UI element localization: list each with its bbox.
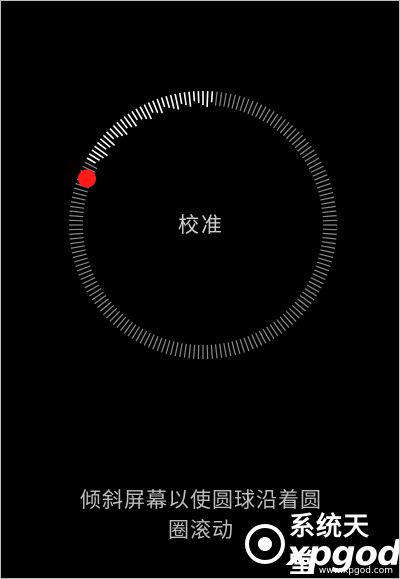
ring-tick: [235, 340, 241, 354]
ring-tick: [251, 102, 259, 116]
ring-tick: [318, 187, 332, 193]
ring-tick-calibrated: [206, 91, 209, 108]
ring-tick: [247, 336, 254, 350]
ring-tick: [210, 344, 213, 359]
ring-tick-calibrated: [160, 97, 166, 108]
ring-tick: [70, 205, 85, 209]
ring-tick-calibrated: [116, 121, 128, 136]
ring-tick: [70, 241, 85, 245]
ring-tick: [165, 340, 171, 354]
ring-tick: [318, 257, 332, 263]
ring-tick: [76, 265, 91, 272]
ring-tick: [321, 241, 336, 245]
ring-tick-calibrated: [106, 131, 115, 140]
ring-tick-calibrated: [183, 92, 187, 106]
ring-tick: [156, 337, 163, 352]
ring-tick-calibrated: [152, 100, 159, 114]
ring-tick: [239, 97, 245, 112]
ring-tick: [174, 342, 179, 357]
ring-tick: [219, 343, 223, 358]
ring-tick-calibrated: [188, 91, 192, 107]
ring-tick: [223, 92, 227, 107]
ring-tick: [251, 334, 259, 348]
ring-tick: [70, 245, 85, 249]
ring-tick: [247, 100, 254, 114]
ring-tick: [183, 343, 187, 358]
calibration-title: 校准: [178, 213, 224, 237]
ring-tick: [231, 341, 236, 356]
ring-tick-calibrated: [94, 145, 109, 157]
ring-tick: [170, 341, 175, 356]
calibration-ball[interactable]: [78, 169, 97, 188]
ring-tick: [321, 205, 336, 209]
ring-tick-calibrated: [131, 110, 138, 121]
ring-tick-calibrated: [192, 91, 196, 102]
ring-tick: [71, 196, 86, 201]
ring-tick: [75, 261, 90, 267]
ring-tick: [321, 245, 336, 249]
ring-tick: [320, 249, 335, 254]
ring-tick-calibrated: [156, 98, 164, 114]
ring-tick: [319, 192, 334, 197]
ring-tick-calibrated: [86, 157, 97, 164]
ring-tick: [243, 98, 250, 113]
watermark-url: www.xpgod.com: [318, 566, 393, 576]
calibration-screen: 校准 倾斜屏幕以使圆球沿着圆 圈滚动 系统天堂 xpgod www.xpgod.…: [0, 0, 400, 579]
site-watermark: 系统天堂 xpgod www.xpgod.com: [243, 504, 399, 578]
ring-tick: [70, 201, 85, 205]
ring-tick-calibrated: [178, 92, 183, 105]
ring-tick: [214, 91, 218, 106]
ring-tick-calibrated: [174, 93, 180, 110]
ring-tick: [214, 344, 218, 359]
ring-tick-calibrated: [147, 102, 154, 113]
ring-tick-calibrated: [169, 94, 175, 109]
ring-tick: [188, 344, 192, 359]
ring-tick: [312, 273, 326, 281]
ring-tick: [74, 257, 88, 263]
ring-tick: [71, 249, 86, 254]
ring-tick: [231, 94, 236, 109]
ring-tick: [74, 187, 88, 193]
watermark-logo-icon: [245, 524, 285, 564]
ring-tick: [315, 178, 330, 185]
ring-tick: [316, 261, 331, 267]
ring-tick: [315, 265, 330, 272]
ring-tick: [321, 201, 336, 205]
ring-tick: [227, 93, 232, 108]
ring-tick: [319, 253, 334, 258]
ring-tick: [314, 174, 328, 181]
ring-tick: [78, 269, 92, 276]
ring-tick: [152, 336, 159, 350]
ring-tick: [179, 343, 183, 358]
ring-tick: [227, 342, 232, 357]
ring-tick: [243, 337, 250, 352]
ring-tick: [239, 338, 245, 353]
ring-tick: [235, 96, 241, 110]
ring-tick: [320, 196, 335, 201]
ring-tick: [316, 183, 331, 189]
ring-tick: [72, 192, 87, 197]
ring-tick-calibrated: [210, 91, 214, 103]
ring-tick: [312, 169, 326, 177]
ring-tick: [161, 338, 167, 353]
ring-tick: [219, 92, 223, 107]
ring-tick: [314, 269, 328, 276]
ring-tick: [80, 273, 94, 281]
ring-tick: [72, 253, 87, 258]
ring-tick: [223, 343, 227, 358]
ring-tick-calibrated: [165, 95, 171, 108]
ring-tick: [147, 334, 155, 348]
ring-tick: [193, 344, 196, 359]
